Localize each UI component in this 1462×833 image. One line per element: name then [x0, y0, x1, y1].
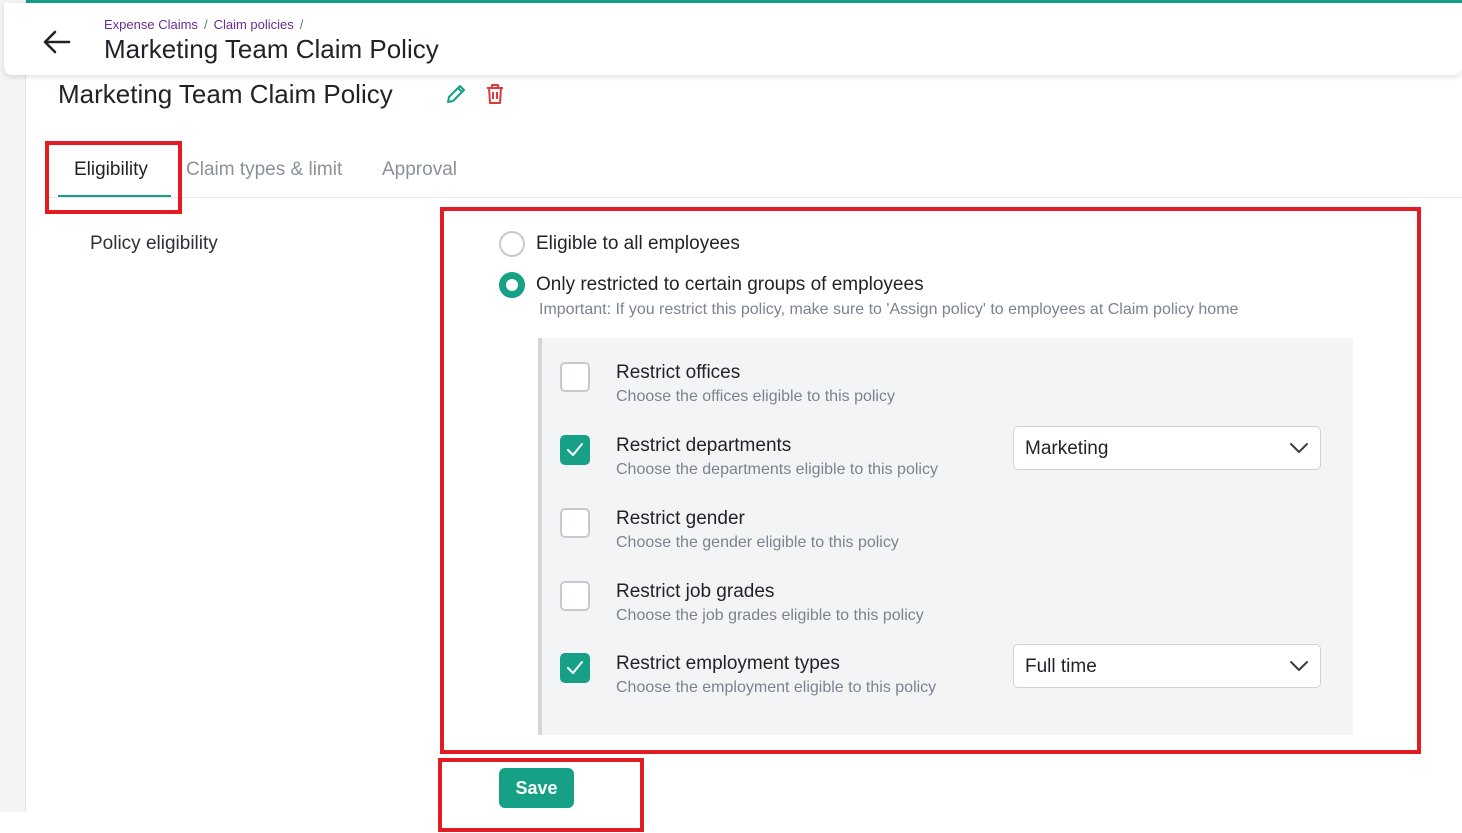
restriction-subtitle: Choose the job grades eligible to this p…: [616, 607, 924, 624]
restriction-subtitle: Choose the offices eligible to this poli…: [616, 388, 895, 405]
pencil-icon[interactable]: [445, 83, 467, 105]
radio-label: Only restricted to certain groups of emp…: [536, 274, 924, 295]
restriction-subtitle: Choose the gender eligible to this polic…: [616, 534, 899, 551]
restrict-offices-checkbox[interactable]: [560, 362, 590, 392]
active-tab-underline: [58, 195, 171, 197]
left-gutter: [0, 0, 26, 812]
restriction-employment-types: Restrict employment types Choose the emp…: [542, 644, 1349, 713]
main-content: Marketing Team Claim Policy Eligibility …: [26, 75, 1462, 833]
radio-eligible-all[interactable]: Eligible to all employees: [499, 231, 740, 257]
breadcrumb-claim-policies[interactable]: Claim policies: [214, 17, 294, 32]
restriction-departments: Restrict departments Choose the departme…: [542, 426, 1349, 495]
restriction-title: Restrict gender: [616, 508, 745, 529]
tab-eligibility[interactable]: Eligibility: [74, 159, 148, 181]
check-icon: [567, 443, 583, 456]
breadcrumb-separator: /: [203, 17, 208, 32]
page-title: Marketing Team Claim Policy: [58, 79, 393, 109]
breadcrumb: Expense Claims / Claim policies /: [104, 17, 303, 32]
tab-bar: Eligibility Claim types & limit Approval: [48, 145, 1462, 198]
restrict-job-grades-checkbox[interactable]: [560, 581, 590, 611]
restriction-gender: Restrict gender Choose the gender eligib…: [542, 508, 1349, 568]
restriction-subtitle: Choose the departments eligible to this …: [616, 461, 938, 478]
restriction-title: Restrict offices: [616, 362, 741, 383]
restriction-subtitle: Choose the employment eligible to this p…: [616, 679, 937, 696]
breadcrumb-separator: /: [299, 17, 304, 32]
tab-approval[interactable]: Approval: [382, 159, 457, 181]
restrict-departments-checkbox[interactable]: [560, 435, 590, 465]
restrictions-panel: Restrict offices Choose the offices elig…: [538, 338, 1353, 735]
restriction-title: Restrict job grades: [616, 581, 775, 602]
departments-select[interactable]: Marketing: [1013, 426, 1321, 470]
save-button[interactable]: Save: [499, 768, 574, 808]
restriction-title: Restrict employment types: [616, 653, 840, 674]
header-title: Marketing Team Claim Policy: [104, 34, 439, 64]
tab-claim-types-limit[interactable]: Claim types & limit: [186, 159, 342, 181]
employment-types-select[interactable]: Full time: [1013, 644, 1321, 688]
check-icon: [567, 661, 583, 674]
page-header: Expense Claims / Claim policies / Market…: [4, 3, 1462, 75]
restriction-note: Important: If you restrict this policy, …: [539, 301, 1239, 318]
select-value: Marketing: [1025, 438, 1109, 459]
restrict-employment-types-checkbox[interactable]: [560, 653, 590, 683]
chevron-down-icon: [1290, 443, 1308, 453]
radio-restricted-groups[interactable]: Only restricted to certain groups of emp…: [499, 272, 924, 298]
restriction-title: Restrict departments: [616, 435, 792, 456]
select-value: Full time: [1025, 656, 1097, 677]
restriction-offices: Restrict offices Choose the offices elig…: [542, 362, 1349, 422]
policy-eligibility-label: Policy eligibility: [90, 233, 218, 254]
chevron-down-icon: [1290, 661, 1308, 671]
breadcrumb-expense-claims[interactable]: Expense Claims: [104, 17, 198, 32]
radio-label: Eligible to all employees: [536, 233, 740, 254]
restrict-gender-checkbox[interactable]: [560, 508, 590, 538]
trash-icon[interactable]: [484, 82, 506, 106]
radio-button-selected[interactable]: [499, 272, 525, 298]
radio-button[interactable]: [499, 231, 525, 257]
arrow-left-icon[interactable]: [40, 25, 74, 59]
restriction-job-grades: Restrict job grades Choose the job grade…: [542, 581, 1349, 641]
